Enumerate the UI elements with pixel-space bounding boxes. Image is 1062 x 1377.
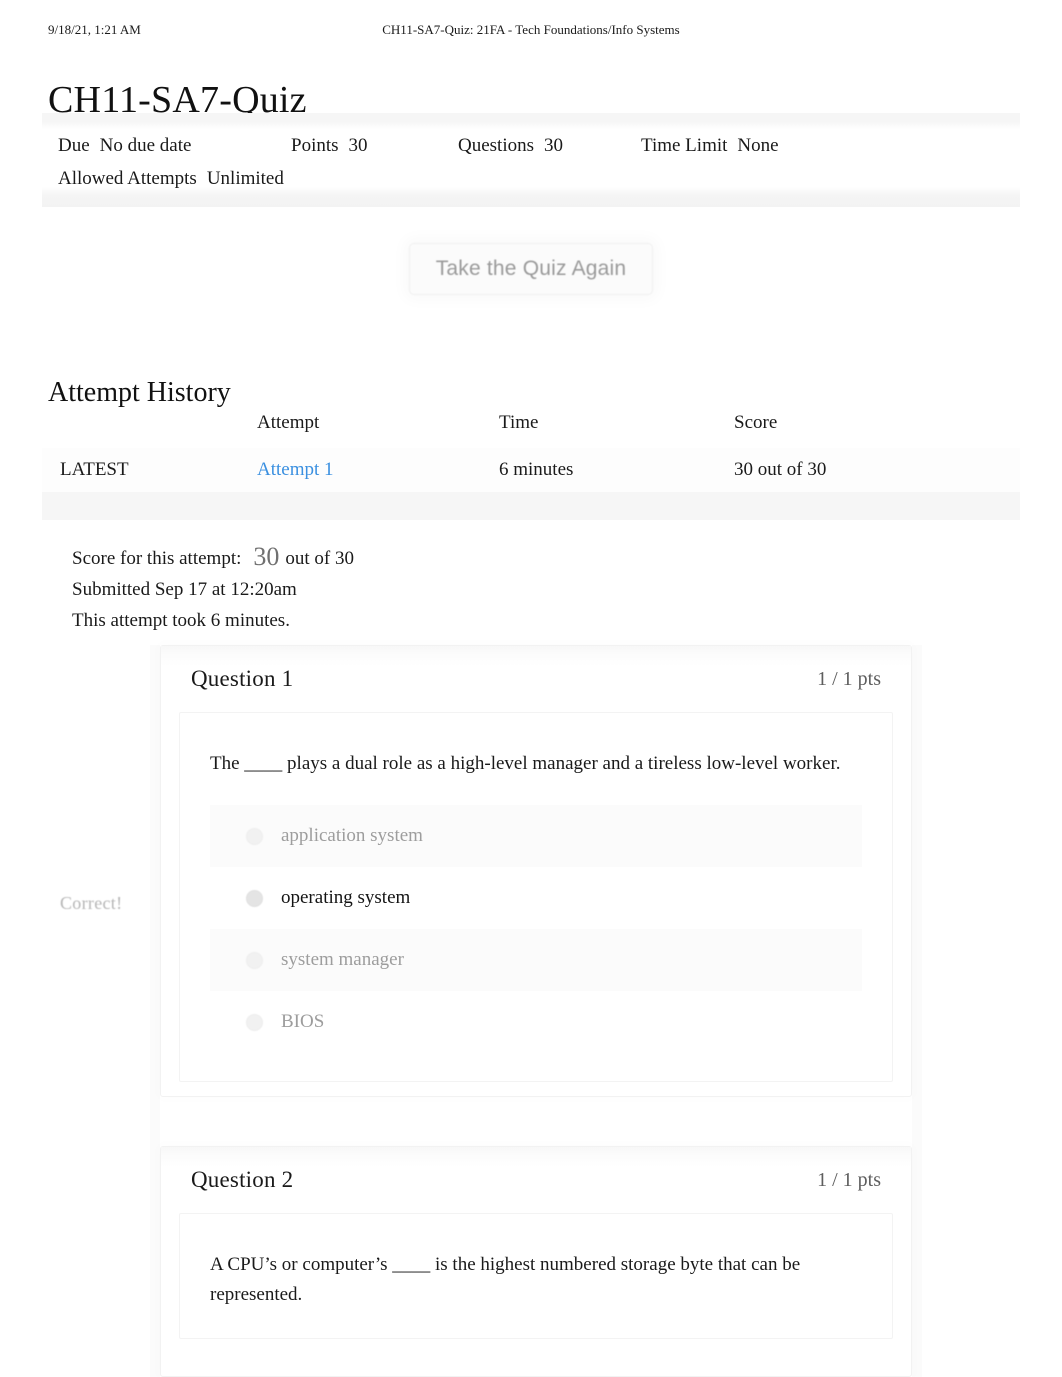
- quiz-info-row-1: Due No due date Points 30 Questions 30 T…: [58, 129, 1004, 162]
- col-header-time: Time: [499, 412, 539, 433]
- cell-attempt: Attempt 1: [257, 448, 499, 493]
- radio-icon[interactable]: [246, 951, 263, 969]
- quiz-time-limit-label: Time Limit: [641, 135, 728, 156]
- quiz-info-panel: Due No due date Points 30 Questions 30 T…: [42, 113, 1020, 207]
- attempt-history-thead: Attempt Time Score: [42, 408, 1020, 448]
- answer-option-3-label: system manager: [281, 949, 404, 970]
- table-header-row: Attempt Time Score: [42, 408, 1020, 448]
- quiz-points-label: Points: [291, 135, 339, 156]
- attempt-history-table: Attempt Time Score LATEST Attempt 1 6 mi…: [42, 408, 1020, 493]
- answer-option-1[interactable]: application system: [210, 805, 862, 867]
- attempt-1-link[interactable]: Attempt 1: [257, 459, 334, 480]
- retake-button-container: Take the Quiz Again: [0, 243, 1062, 295]
- question-1-text: The ____ plays a dual role as a high-lev…: [210, 753, 841, 774]
- page-guide-right: [912, 645, 922, 1377]
- answer-option-1-label: application system: [281, 825, 423, 846]
- question-1-points: 1 / 1 pts: [817, 667, 881, 690]
- question-2-points: 1 / 1 pts: [817, 1168, 881, 1191]
- quiz-allowed-attempts-value: Unlimited: [206, 168, 284, 189]
- radio-icon[interactable]: [246, 889, 263, 907]
- col-header-attempt: Attempt: [257, 412, 320, 433]
- col-header-status: [42, 408, 257, 448]
- table-row: LATEST Attempt 1 6 minutes 30 out of 30: [42, 448, 1020, 493]
- question-1-header: Question 1 1 / 1 pts: [161, 646, 911, 712]
- print-document-title: CH11-SA7-Quiz: 21FA - Tech Foundations/I…: [382, 22, 680, 37]
- answer-option-3[interactable]: system manager: [210, 929, 862, 991]
- score-line: Score for this attempt: 30 out of 30: [72, 541, 354, 574]
- take-quiz-again-button[interactable]: Take the Quiz Again: [408, 243, 654, 295]
- question-block-1: Question 1 1 / 1 pts The ____ plays a du…: [160, 645, 912, 1097]
- cell-score: 30 out of 30: [734, 448, 1020, 493]
- page-guide-left: [150, 645, 160, 1377]
- attempt-history-heading: Attempt History: [48, 377, 231, 409]
- quiz-time-limit: Time Limit None: [641, 129, 779, 162]
- submitted-line: Submitted Sep 17 at 12:20am: [72, 579, 297, 600]
- score-value: 30: [253, 542, 280, 571]
- quiz-info-row-2: Allowed Attempts Unlimited: [58, 162, 1004, 195]
- answer-option-2[interactable]: operating system: [210, 867, 862, 929]
- quiz-time-limit-value: None: [737, 135, 779, 156]
- score-label: Score for this attempt:: [72, 548, 242, 569]
- table-footer-band: [42, 492, 1020, 520]
- score-summary: Score for this attempt: 30 out of 30 Submi…: [72, 541, 354, 636]
- answer-option-4-label: BIOS: [281, 1011, 325, 1032]
- radio-icon[interactable]: [246, 827, 263, 845]
- question-2-text: A CPU’s or computer’s ____ is the highes…: [210, 1254, 801, 1305]
- cell-time: 6 minutes: [499, 448, 734, 493]
- question-1-correct-flag: Correct!: [60, 893, 123, 913]
- quiz-questions: Questions 30: [458, 129, 641, 162]
- question-2-name: Question 2: [191, 1167, 294, 1192]
- quiz-due: Due No due date: [58, 129, 291, 162]
- question-block-2: Question 2 1 / 1 pts A CPU’s or computer…: [160, 1146, 912, 1377]
- question-1-body: The ____ plays a dual role as a high-lev…: [179, 712, 893, 1082]
- score-out-of: out of 30: [285, 548, 354, 569]
- cell-status: LATEST: [42, 448, 257, 493]
- question-1-answers: application system operating system syst…: [210, 805, 862, 1053]
- answer-option-2-label: operating system: [281, 887, 411, 908]
- col-header-score: Score: [734, 412, 778, 433]
- question-1-name: Question 1: [191, 666, 294, 691]
- quiz-points: Points 30: [291, 129, 458, 162]
- quiz-questions-label: Questions: [458, 135, 534, 156]
- quiz-allowed-attempts: Allowed Attempts Unlimited: [58, 162, 284, 195]
- quiz-due-label: Due: [58, 135, 90, 156]
- attempt-history-tbody: LATEST Attempt 1 6 minutes 30 out of 30: [42, 448, 1020, 493]
- print-header: 9/18/21, 1:21 AM CH11-SA7-Quiz: 21FA - T…: [0, 22, 1062, 44]
- quiz-due-value: No due date: [99, 135, 192, 156]
- question-2-body: A CPU’s or computer’s ____ is the highes…: [179, 1213, 893, 1339]
- answer-option-4[interactable]: BIOS: [210, 991, 862, 1053]
- quiz-questions-value: 30: [544, 135, 563, 156]
- duration-line: This attempt took 6 minutes.: [72, 610, 290, 631]
- quiz-allowed-attempts-label: Allowed Attempts: [58, 168, 197, 189]
- quiz-points-value: 30: [348, 135, 368, 156]
- question-2-header: Question 2 1 / 1 pts: [161, 1147, 911, 1213]
- radio-icon[interactable]: [246, 1013, 263, 1031]
